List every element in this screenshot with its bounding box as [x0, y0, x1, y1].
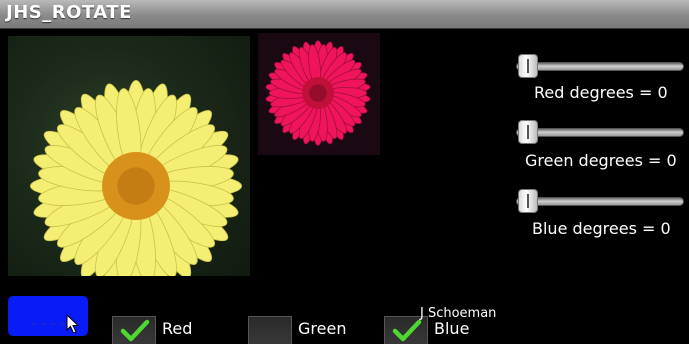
- blue-degrees-slider[interactable]: [516, 188, 684, 214]
- red-degrees-slider[interactable]: [516, 53, 684, 79]
- green-checkbox[interactable]: [248, 316, 292, 344]
- blue-checkbox-label[interactable]: Blue: [434, 319, 469, 339]
- red-checkbox-label[interactable]: Red: [162, 319, 192, 339]
- app-screen: JHS_ROTATE Red degrees = 0 Green degrees…: [0, 0, 689, 344]
- author-credit: J Schoeman: [420, 306, 497, 321]
- action-button-label: ----: [30, 316, 68, 332]
- rotated-image: [258, 33, 380, 155]
- yellow-daisy-image: [30, 80, 242, 276]
- slider-thumb[interactable]: [518, 189, 538, 213]
- app-title: JHS_ROTATE: [6, 2, 132, 23]
- red-checkbox[interactable]: [112, 316, 156, 344]
- title-bar: JHS_ROTATE: [0, 0, 689, 29]
- original-image: [8, 36, 250, 276]
- pink-daisy-image: [265, 40, 371, 146]
- green-degrees-label: Green degrees = 0: [525, 151, 677, 170]
- blue-degrees-label: Blue degrees = 0: [532, 219, 671, 238]
- checkmark-icon: [392, 319, 422, 342]
- mouse-cursor-icon: [66, 314, 80, 334]
- green-degrees-slider[interactable]: [516, 119, 684, 145]
- slider-track[interactable]: [516, 197, 684, 206]
- slider-track[interactable]: [516, 128, 684, 137]
- slider-track[interactable]: [516, 62, 684, 71]
- checkmark-icon: [120, 319, 150, 342]
- slider-thumb[interactable]: [518, 54, 538, 78]
- slider-thumb[interactable]: [518, 120, 538, 144]
- green-checkbox-label[interactable]: Green: [298, 319, 346, 339]
- red-degrees-label: Red degrees = 0: [534, 83, 668, 102]
